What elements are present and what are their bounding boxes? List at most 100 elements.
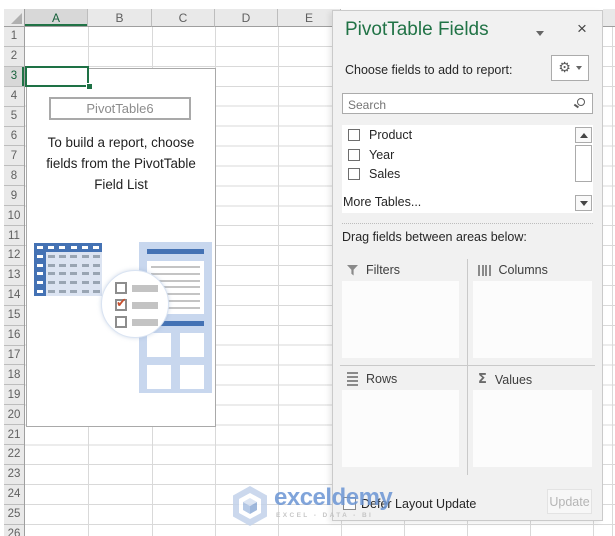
divider — [467, 259, 468, 475]
field-item-sales[interactable]: Sales — [342, 165, 593, 184]
select-all-corner[interactable] — [4, 9, 25, 27]
scroll-up-button[interactable] — [575, 127, 592, 143]
drag-fields-label: Drag fields between areas below: — [342, 230, 527, 244]
update-button[interactable]: Update — [547, 489, 592, 514]
columns-area-header: Columns — [478, 263, 548, 277]
sigma-icon: Σ — [478, 372, 487, 387]
pivottable-fields-pane: PivotTable Fields × Choose fields to add… — [332, 10, 603, 521]
row-header-11[interactable]: 11 — [4, 226, 24, 246]
field-item-product[interactable]: Product — [342, 126, 593, 145]
separator — [342, 223, 593, 224]
table-graphic-icon — [34, 243, 102, 296]
row-header-7[interactable]: 7 — [4, 146, 24, 167]
filters-drop-area[interactable] — [342, 281, 459, 358]
row-header-14[interactable]: 14 — [4, 285, 24, 306]
row-header-26[interactable]: 26 — [4, 524, 24, 536]
scrollbar-thumb[interactable] — [575, 145, 592, 182]
field-label: Sales — [369, 167, 401, 182]
row-headers: 1 2 3 4 5 6 7 8 9 10 11 12 13 14 15 16 17 18 19 20 21 22 23 24 2… — [4, 27, 25, 536]
search-input[interactable] — [346, 94, 575, 115]
row-header-23[interactable]: 23 — [4, 464, 24, 485]
rows-drop-area[interactable] — [342, 390, 459, 467]
defer-layout-checkbox[interactable] — [343, 497, 356, 510]
row-header-2[interactable]: 2 — [4, 46, 24, 67]
triangle-down-icon — [579, 200, 588, 206]
divider — [340, 365, 595, 366]
chevron-down-icon — [575, 66, 582, 70]
field-list-scrollbar — [575, 127, 592, 211]
row-header-1[interactable]: 1 — [4, 27, 24, 47]
pivot-instruction-line: Field List — [94, 177, 148, 192]
row-header-22[interactable]: 22 — [4, 445, 24, 465]
row-header-6[interactable]: 6 — [4, 126, 24, 147]
row-header-18[interactable]: 18 — [4, 365, 24, 386]
areas-section: Filters Columns Rows Σ Values — [340, 259, 595, 475]
pivot-instruction-text: To build a report, choose fields from th… — [29, 132, 213, 195]
field-label: Year — [369, 147, 395, 162]
row-header-12[interactable]: 12 — [4, 245, 24, 266]
values-area-label: Values — [494, 372, 533, 387]
row-header-17[interactable]: 17 — [4, 345, 24, 366]
rows-icon — [347, 372, 358, 386]
scroll-down-button[interactable] — [575, 195, 592, 211]
columns-drop-area[interactable] — [473, 281, 592, 358]
columns-icon — [478, 264, 491, 276]
column-header-strip: ABCDE — [25, 9, 341, 27]
checklist-magnifier-graphic-icon: ✔ — [101, 270, 169, 338]
row-header-3[interactable]: 3 — [4, 66, 24, 87]
rows-area-header: Rows — [347, 372, 397, 386]
row-header-25[interactable]: 25 — [4, 504, 24, 525]
defer-layout-label: Defer Layout Update — [361, 497, 477, 511]
row-header-21[interactable]: 21 — [4, 425, 24, 446]
field-checkbox[interactable] — [348, 148, 360, 161]
column-header-B[interactable]: B — [88, 9, 152, 27]
pane-title: PivotTable Fields — [345, 19, 489, 40]
pivot-placeholder[interactable]: PivotTable6 To build a report, choose fi… — [26, 68, 216, 427]
row-header-24[interactable]: 24 — [4, 484, 24, 505]
row-header-5[interactable]: 5 — [4, 106, 24, 127]
column-header-D[interactable]: D — [215, 9, 278, 27]
tools-button[interactable]: ⚙ — [551, 55, 589, 81]
field-item-year[interactable]: Year — [342, 146, 593, 165]
more-tables-link[interactable]: More Tables... — [343, 195, 421, 209]
gear-icon: ⚙ — [558, 60, 571, 76]
field-checkbox[interactable] — [348, 168, 360, 181]
choose-fields-label: Choose fields to add to report: — [345, 63, 513, 77]
values-drop-area[interactable] — [473, 390, 592, 467]
search-box — [342, 93, 593, 115]
values-area-header: Σ Values — [478, 372, 532, 387]
row-header-20[interactable]: 20 — [4, 405, 24, 426]
gridline — [278, 27, 279, 536]
rows-area-label: Rows — [366, 372, 398, 386]
fill-handle[interactable] — [86, 83, 93, 90]
row-header-9[interactable]: 9 — [4, 186, 24, 207]
filters-area-label: Filters — [366, 263, 401, 277]
pivot-instruction-line: To build a report, choose — [47, 135, 195, 150]
pane-options-caret-icon[interactable] — [536, 31, 544, 36]
field-list: Product Year Sales More Tables... — [342, 125, 593, 213]
row-header-10[interactable]: 10 — [4, 206, 24, 227]
pivot-instruction-line: fields from the PivotTable — [46, 156, 196, 171]
search-icon[interactable] — [577, 98, 585, 106]
row-header-15[interactable]: 15 — [4, 305, 24, 326]
row-header-8[interactable]: 8 — [4, 166, 24, 187]
active-cell-selection — [25, 66, 89, 87]
row-header-4[interactable]: 4 — [4, 86, 24, 107]
column-headers: ABCDE — [4, 9, 341, 27]
row-header-19[interactable]: 19 — [4, 385, 24, 406]
column-header-sliver — [603, 9, 615, 27]
filters-area-header: Filters — [347, 263, 400, 277]
field-label: Product — [369, 128, 413, 143]
triangle-up-icon — [579, 132, 588, 138]
columns-area-label: Columns — [498, 263, 548, 277]
close-icon[interactable]: × — [577, 19, 587, 39]
field-checkbox[interactable] — [348, 129, 360, 142]
column-header-C[interactable]: C — [152, 9, 215, 27]
column-header-A[interactable]: A — [25, 9, 88, 27]
pivot-name-box: PivotTable6 — [49, 97, 191, 120]
field-items: Product Year Sales — [342, 126, 593, 184]
row-header-16[interactable]: 16 — [4, 325, 24, 346]
row-header-13[interactable]: 13 — [4, 265, 24, 286]
red-check-icon: ✔ — [116, 295, 127, 310]
filter-icon — [347, 264, 358, 275]
